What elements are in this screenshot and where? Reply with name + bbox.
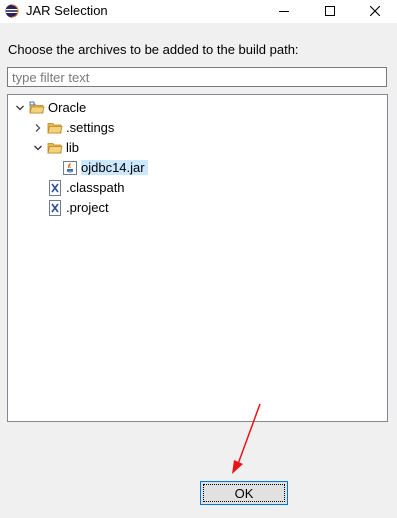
maximize-icon	[325, 6, 335, 16]
tree-node-jar[interactable]: ojdbc14.jar	[62, 158, 148, 177]
chevron-down-icon[interactable]	[14, 98, 26, 117]
tree-node-project[interactable]: Oracle	[14, 98, 86, 117]
filter-input[interactable]	[7, 67, 387, 87]
tree-label: .classpath	[66, 180, 125, 195]
project-folder-icon	[29, 100, 45, 116]
minimize-button[interactable]	[262, 0, 306, 22]
jar-file-icon	[62, 160, 78, 176]
tree-label-selected: ojdbc14.jar	[81, 160, 148, 175]
chevron-down-icon[interactable]	[32, 138, 44, 157]
window-title: JAR Selection	[26, 3, 108, 18]
tree-label: lib	[66, 140, 80, 155]
maximize-button[interactable]	[308, 0, 352, 22]
title-bar: JAR Selection	[0, 0, 397, 22]
close-icon	[370, 6, 380, 16]
file-tree[interactable]: Oracle .settings lib ojdbc14.jar .classp…	[7, 94, 388, 422]
tree-node-lib[interactable]: lib	[32, 138, 79, 157]
folder-open-icon	[47, 140, 63, 156]
chevron-right-icon[interactable]	[32, 118, 44, 137]
close-button[interactable]	[353, 0, 397, 22]
tree-label: .settings	[66, 120, 115, 135]
minimize-icon	[279, 11, 289, 12]
annotation-arrow-icon	[232, 403, 261, 474]
tree-label: Oracle	[48, 100, 87, 115]
tree-node-classpath[interactable]: .classpath	[44, 178, 125, 197]
instruction-label: Choose the archives to be added to the b…	[8, 42, 299, 57]
tree-node-settings[interactable]: .settings	[32, 118, 114, 137]
tree-node-project-file[interactable]: .project	[44, 198, 109, 217]
focus-indicator	[203, 484, 285, 502]
ok-button[interactable]: OK	[200, 481, 288, 505]
tree-label: .project	[66, 200, 109, 215]
xml-file-icon	[47, 199, 63, 216]
folder-icon	[47, 120, 63, 136]
xml-file-icon	[47, 179, 63, 196]
eclipse-icon	[5, 4, 19, 18]
